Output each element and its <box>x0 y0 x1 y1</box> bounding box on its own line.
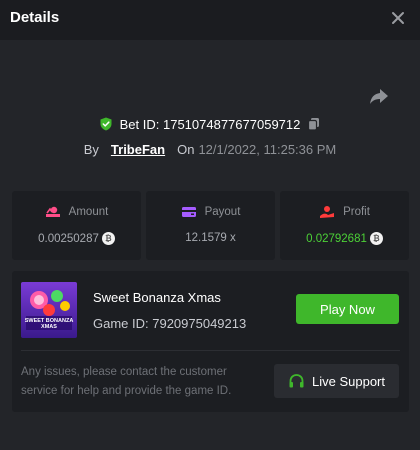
modal-title: Details <box>10 9 60 26</box>
live-support-button[interactable]: Live Support <box>274 364 399 398</box>
profit-label: Profit <box>343 206 370 218</box>
amount-icon <box>45 206 60 217</box>
game-thumbnail-image: SWEET BONANZA XMAS <box>21 282 77 338</box>
share-button[interactable] <box>368 86 390 106</box>
stats-row: Amount 0.00250287 ₿ Payout 12.1579 x Pro… <box>12 191 409 260</box>
bet-id: Bet ID: 1751074877677059712 <box>119 116 301 132</box>
amount-label: Amount <box>68 206 109 218</box>
game-card: SWEET BONANZA XMAS Sweet Bonanza Xmas Ga… <box>12 271 409 412</box>
coin-icon: ₿ <box>369 232 383 245</box>
by-label: By <box>83 141 99 157</box>
headset-icon <box>289 373 304 387</box>
coin-icon: ₿ <box>101 232 115 245</box>
game-thumbnail[interactable]: SWEET BONANZA XMAS <box>21 282 77 338</box>
modal-header: Details <box>0 0 420 40</box>
game-id: Game ID: 7920975049213 <box>93 316 247 331</box>
payout-card: Payout 12.1579 x <box>146 191 275 260</box>
bet-id-row: Bet ID: 1751074877677059712 <box>0 114 420 134</box>
profit-value: 0.02792681 <box>306 232 367 245</box>
user-link[interactable]: TribeFan <box>111 142 165 157</box>
close-icon <box>392 12 404 24</box>
bet-date: 12/1/2022, 11:25:36 PM <box>198 141 337 157</box>
amount-value: 0.00250287 <box>38 232 99 245</box>
svg-text:XMAS: XMAS <box>41 324 57 330</box>
copy-icon[interactable] <box>307 117 321 131</box>
profit-card: Profit 0.02792681 ₿ <box>280 191 409 260</box>
live-support-label: Live Support <box>312 373 385 389</box>
on-label: On <box>177 141 195 157</box>
amount-card: Amount 0.00250287 ₿ <box>12 191 141 260</box>
close-button[interactable] <box>388 8 408 28</box>
profit-icon <box>320 206 335 218</box>
payout-label: Payout <box>204 206 241 218</box>
divider <box>21 350 400 351</box>
play-now-button[interactable]: Play Now <box>296 294 399 324</box>
wallet-icon <box>181 207 196 217</box>
game-name[interactable]: Sweet Bonanza Xmas <box>93 290 221 305</box>
bet-meta-row: By TribeFan On 12/1/2022, 11:25:36 PM <box>0 139 420 159</box>
share-icon <box>370 89 388 104</box>
support-message: Any issues, please contact the customer … <box>21 366 232 397</box>
payout-value: 12.1579 x <box>185 232 236 244</box>
shield-check-icon <box>100 117 112 131</box>
